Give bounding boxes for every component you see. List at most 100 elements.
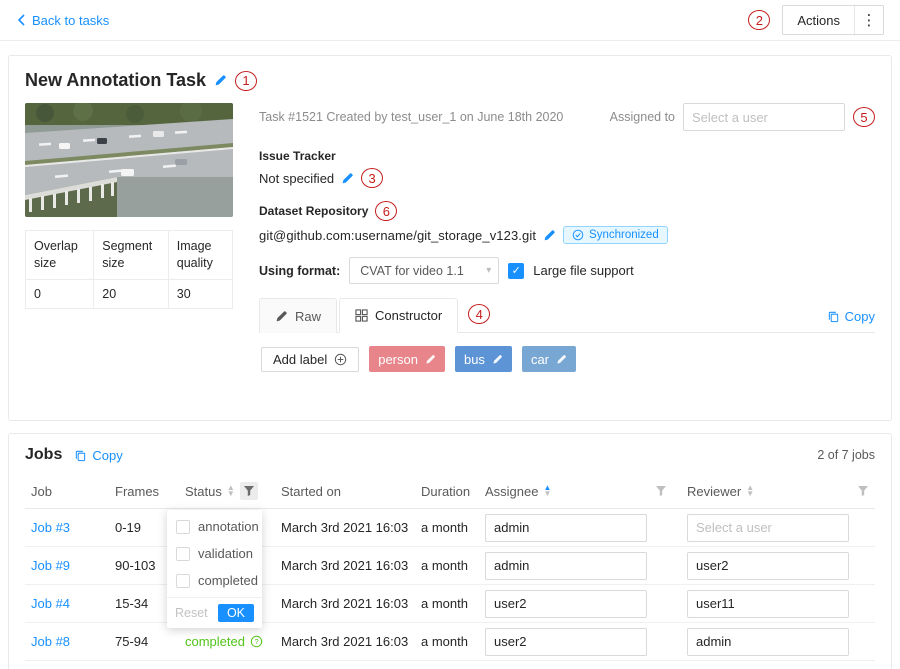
add-label-button[interactable]: Add label [261,347,359,372]
more-actions-icon[interactable]: ⋮ [855,6,883,34]
label-chip-car-name: car [531,352,549,367]
jobs-table-header: Job Frames Status ▲▼ Started on Duration… [25,474,875,509]
copy-labels-label: Copy [845,309,875,324]
sync-check-icon [572,229,584,241]
validation-checkbox[interactable] [176,547,190,561]
callout-5: 5 [853,107,875,127]
labels-tabs: Raw Constructor 4 Copy [259,298,875,429]
param-segment-header: Segment size [94,231,169,280]
callout-6: 6 [375,201,397,221]
completed-checkbox[interactable] [176,574,190,588]
tab-raw[interactable]: Raw [259,298,337,333]
callout-1: 1 [235,71,257,91]
job-link[interactable]: Job #9 [31,558,70,573]
job-link[interactable]: Job #8 [31,634,70,649]
issue-tracker-value-row: Not specified 3 [259,168,875,188]
task-detail-page: Back to tasks 2 Actions ⋮ New Annotation… [0,0,900,669]
format-select-value: CVAT for video 1.1 [360,264,464,278]
job-row: Job #3 0-19 March 3rd 2021 16:03 a month [25,509,875,547]
reviewer-input[interactable] [687,514,849,542]
copy-icon [827,310,840,323]
params-header-row: Overlap size Segment size Image quality [26,231,233,280]
assigned-to-group: Assigned to 5 [610,103,875,131]
column-duration: Duration [415,484,479,499]
frames-cell: 75-94 [109,634,179,649]
plus-circle-icon [334,353,347,366]
edit-label-icon[interactable] [556,354,567,365]
status-info-icon: ? [250,635,263,648]
back-chevron-icon [16,14,26,26]
started-cell: March 3rd 2021 16:03 [275,596,415,611]
edit-label-icon[interactable] [425,354,436,365]
filter-reset-button[interactable]: Reset [175,606,208,620]
param-segment-value: 20 [94,279,169,308]
reviewer-sort-icon[interactable]: ▲▼ [746,485,754,497]
format-row: Using format: CVAT for video 1.1 ▾ ✓ Lar… [259,257,875,284]
column-reviewer[interactable]: Reviewer ▲▼ [681,484,875,499]
edit-issue-tracker-icon[interactable] [341,172,354,185]
filter-option-completed[interactable]: completed [167,567,262,594]
edit-label-icon[interactable] [492,354,503,365]
column-assignee[interactable]: Assignee ▲▼ [479,484,681,499]
reviewer-input[interactable] [687,628,849,656]
filter-dropdown-footer: Reset OK [167,597,262,628]
job-link[interactable]: Job #3 [31,520,70,535]
edit-repository-icon[interactable] [543,229,556,242]
reviewer-input[interactable] [687,552,849,580]
label-chip-bus[interactable]: bus [455,346,512,372]
started-cell: March 3rd 2021 16:03 [275,520,415,535]
assigned-to-input[interactable] [683,103,845,131]
labels-tabbar: Raw Constructor 4 Copy [259,298,875,333]
tab-constructor[interactable]: Constructor [339,298,458,333]
duration-cell: a month [415,596,479,611]
assignee-input[interactable] [485,514,647,542]
edit-title-icon[interactable] [214,74,227,87]
large-file-checkbox[interactable]: ✓ [508,263,524,279]
tab-constructor-label: Constructor [375,308,442,323]
format-select[interactable]: CVAT for video 1.1 ▾ [349,257,499,284]
assignee-sort-icon[interactable]: ▲▼ [543,485,551,497]
status-completed-label: completed [185,634,245,649]
filter-option-completed-label: completed [198,573,258,588]
assignee-input[interactable] [485,552,647,580]
status-filter-icon[interactable] [240,482,258,500]
jobs-count: 2 of 7 jobs [817,448,875,462]
task-right-column: Task #1521 Created by test_user_1 on Jun… [259,103,875,429]
job-row: Job #8 75-94 completed ? March 3rd 2021 … [25,623,875,661]
actions-button-label[interactable]: Actions [783,6,854,34]
assignee-input[interactable] [485,628,647,656]
task-params-table: Overlap size Segment size Image quality … [25,230,233,309]
filter-option-annotation[interactable]: annotation [167,513,262,540]
issue-tracker-block: Issue Tracker Not specified 3 [259,149,875,188]
label-chip-car[interactable]: car [522,346,576,372]
label-chip-bus-name: bus [464,352,485,367]
column-status[interactable]: Status ▲▼ [179,482,275,500]
column-assignee-label: Assignee [485,484,538,499]
reviewer-input[interactable] [687,590,849,618]
copy-jobs-link[interactable]: Copy [74,448,122,463]
constructor-tab-body: Add label person bus [259,333,875,429]
job-link[interactable]: Job #4 [31,596,70,611]
dataset-repository-label: Dataset Repository [259,204,368,218]
filter-ok-button[interactable]: OK [218,604,254,622]
copy-labels-link[interactable]: Copy [827,309,875,324]
task-preview-image [25,103,233,217]
assignee-filter-icon[interactable] [655,485,667,497]
filter-option-validation[interactable]: validation [167,540,262,567]
back-to-tasks-link[interactable]: Back to tasks [16,13,109,28]
column-job-label: Job [31,484,52,499]
reviewer-filter-icon[interactable] [857,485,869,497]
labels-row: Add label person bus [261,346,873,372]
actions-button[interactable]: Actions ⋮ [782,5,884,35]
param-quality-value: 30 [168,279,232,308]
callout-3: 3 [361,168,383,188]
annotation-checkbox[interactable] [176,520,190,534]
assignee-input[interactable] [485,590,647,618]
raw-pencil-icon [275,310,288,323]
duration-cell: a month [415,634,479,649]
copy-icon [74,449,87,462]
param-overlap-value: 0 [26,279,94,308]
duration-cell: a month [415,558,479,573]
label-chip-person[interactable]: person [369,346,445,372]
status-sort-icon[interactable]: ▲▼ [227,485,235,497]
